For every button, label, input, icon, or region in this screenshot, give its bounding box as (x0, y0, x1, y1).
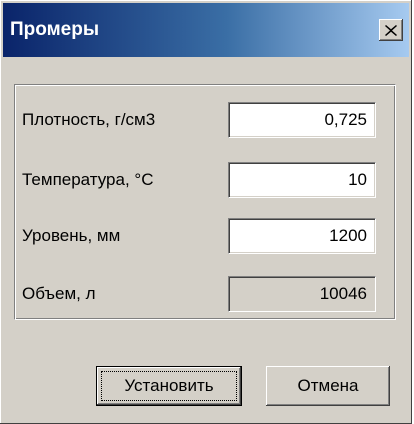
close-icon (385, 24, 397, 36)
focus-rect (101, 371, 237, 401)
dialog-window: Промеры Плотность, г/см3 0,725 Температу… (0, 0, 412, 424)
temperature-label: Температура, °С (22, 170, 154, 189)
close-button[interactable] (379, 19, 403, 41)
volume-output: 10046 (228, 276, 376, 312)
window-title: Промеры (10, 19, 100, 40)
title-bar[interactable]: Промеры (3, 3, 409, 57)
density-label: Плотность, г/см3 (22, 110, 156, 129)
cancel-button-label: Отмена (297, 376, 359, 395)
volume-label: Объем, л (22, 284, 96, 303)
set-button[interactable]: Установить (96, 366, 242, 406)
level-row: Уровень, мм 1200 (22, 218, 382, 254)
level-label: Уровень, мм (22, 226, 121, 245)
density-input[interactable]: 0,725 (228, 102, 376, 138)
cancel-button[interactable]: Отмена (266, 366, 390, 406)
temperature-input[interactable]: 10 (228, 162, 376, 198)
level-input[interactable]: 1200 (228, 218, 376, 254)
volume-row: Объем, л 10046 (22, 276, 382, 312)
temperature-row: Температура, °С 10 (22, 162, 382, 198)
density-row: Плотность, г/см3 0,725 (22, 102, 382, 138)
